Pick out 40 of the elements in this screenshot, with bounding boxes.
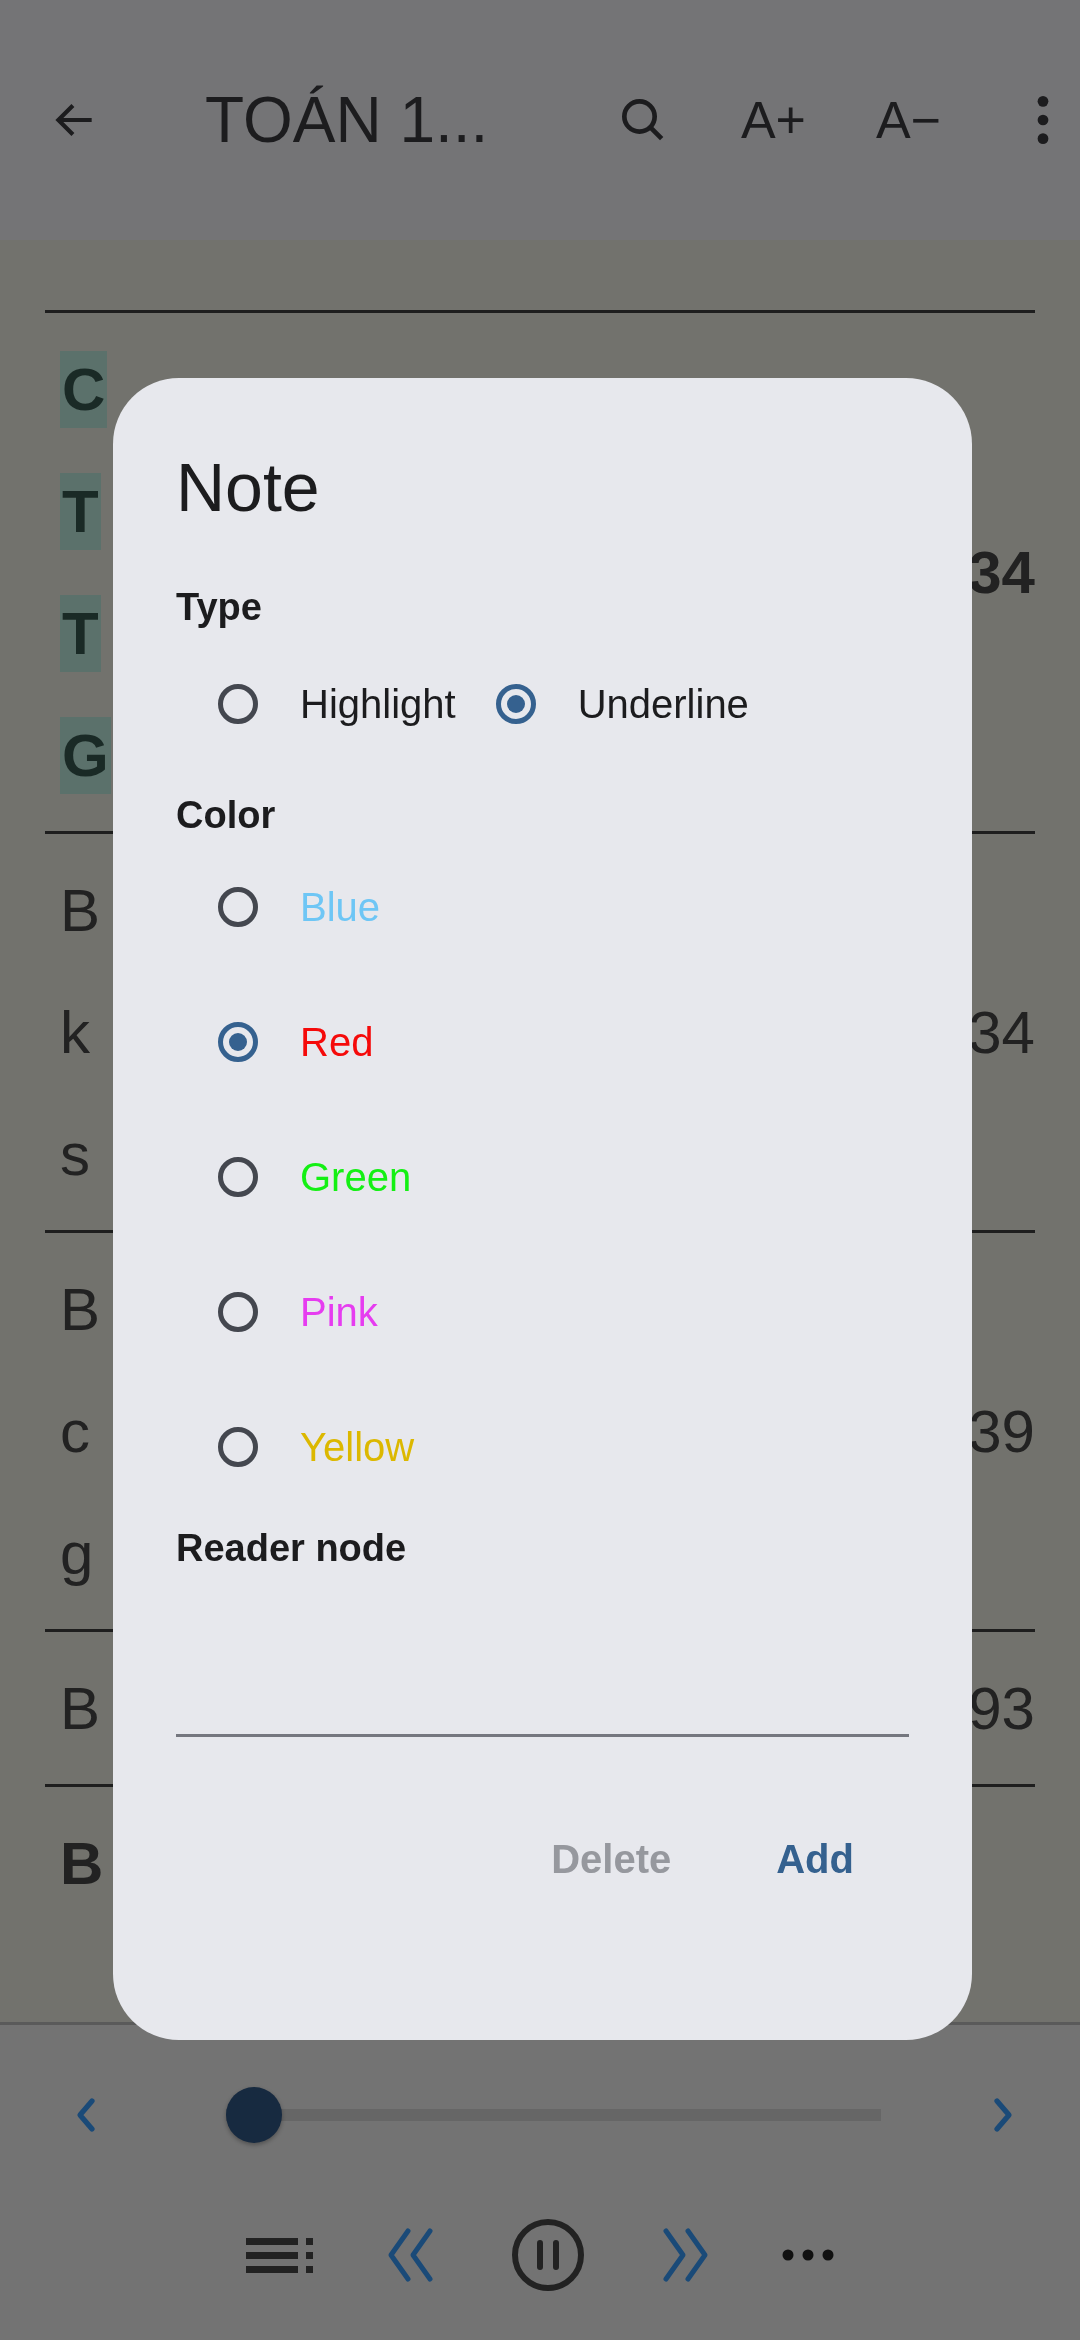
toc-entry-text: B xyxy=(60,1828,104,1898)
font-increase-button[interactable]: A+ xyxy=(740,90,806,150)
type-label: Type xyxy=(176,586,263,629)
page-number: 34 xyxy=(968,537,1035,607)
font-decrease-button[interactable]: A− xyxy=(875,90,941,150)
color-option-label[interactable]: Pink xyxy=(300,1289,378,1335)
radio-button[interactable] xyxy=(218,1427,258,1467)
toc-entry-text: k xyxy=(60,997,90,1067)
toc-entry-text: g xyxy=(60,1518,94,1588)
note-label: Reader node xyxy=(176,1527,408,1570)
radio-button[interactable] xyxy=(218,1292,258,1332)
slider-thumb[interactable] xyxy=(226,2087,282,2143)
dialog-action-button[interactable]: Add xyxy=(776,1837,854,1882)
type-option-label[interactable]: Highlight xyxy=(300,681,456,727)
radio-button[interactable] xyxy=(495,684,536,724)
page-number: 93 xyxy=(968,1673,1035,1743)
radio-button[interactable] xyxy=(218,887,258,927)
chapter-heading-text: G xyxy=(60,716,111,794)
pause-icon[interactable] xyxy=(510,2217,586,2293)
chapter-heading-text: T xyxy=(60,472,101,550)
radio-button[interactable] xyxy=(218,1022,258,1062)
more-horizontal-icon[interactable] xyxy=(782,2248,834,2262)
chapter-heading-text: T xyxy=(60,594,101,672)
book-title: TOÁN 1... xyxy=(205,83,490,157)
list-icon[interactable] xyxy=(246,2235,314,2275)
toc-entry-text: c xyxy=(60,1396,90,1466)
color-label: Color xyxy=(176,794,277,837)
toc-entry-text: s xyxy=(60,1119,90,1189)
radio-button[interactable] xyxy=(218,1157,258,1197)
color-option-label[interactable]: Red xyxy=(300,1019,374,1065)
chapter-heading-text: C xyxy=(60,350,108,428)
previous-chevron-icon[interactable] xyxy=(74,2095,98,2135)
type-option-label[interactable]: Underline xyxy=(577,681,749,727)
toc-entry-text: B xyxy=(60,1274,101,1344)
page-number: 39 xyxy=(968,1396,1035,1466)
page-number: 34 xyxy=(968,997,1035,1067)
dialog-title: Note xyxy=(176,448,321,527)
radio-button[interactable] xyxy=(218,684,258,724)
toc-entry-text: B xyxy=(60,1673,101,1743)
toc-entry-text: B xyxy=(60,875,101,945)
